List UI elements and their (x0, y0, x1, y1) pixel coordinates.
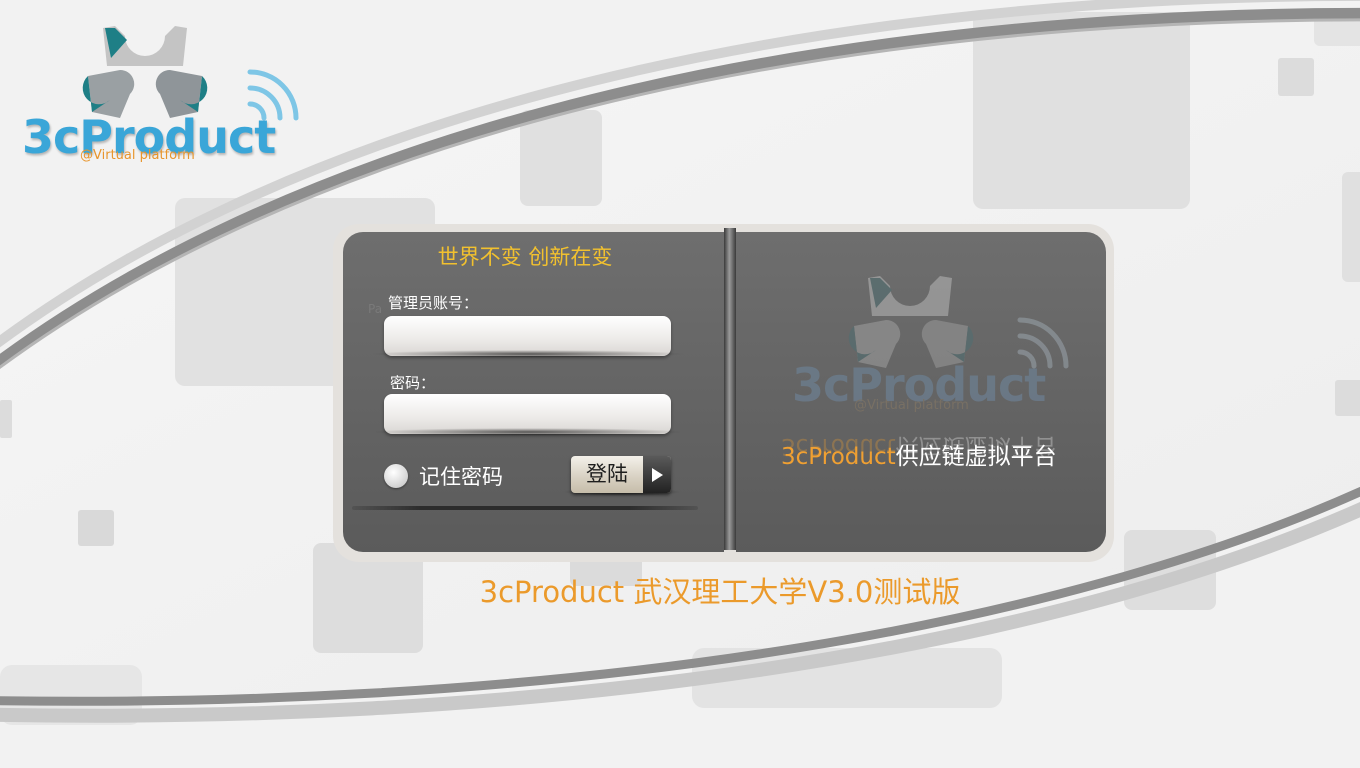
remember-password-label[interactable]: 记住密码 (419, 461, 503, 491)
logo-subtitle: @Virtual platform (80, 148, 195, 163)
watermark-subtitle: @Virtual platform (854, 398, 969, 413)
account-label: 管理员账号： (388, 294, 479, 312)
watermark-logo: 3cProduct @Virtual platform (790, 276, 1080, 426)
play-arrow-icon[interactable] (643, 456, 671, 493)
slogan: 世界不变 创新在变 (437, 245, 613, 269)
version-footer: 3cProduct 武汉理工大学V3.0测试版 (479, 575, 961, 609)
remember-password-toggle[interactable]: 记住密码 (384, 462, 503, 490)
brand-logo: 3cProduct @Virtual platform (20, 22, 310, 172)
radio-button-icon[interactable] (384, 464, 408, 488)
account-input-shadow (370, 350, 686, 358)
login-button-label[interactable]: 登陆 (571, 456, 643, 493)
platform-reflection-brand: 3cProduct (781, 433, 896, 459)
platform-info-panel: 3cProduct @Virtual platform 3cProduct供应链… (736, 232, 1106, 552)
form-bottom-rule (352, 506, 698, 510)
password-label: 密码： (390, 374, 436, 392)
login-button[interactable]: 登陆 (571, 456, 671, 493)
platform-reflection-name: 供应链虚拟平台 (895, 433, 1057, 459)
panel-divider (724, 228, 736, 550)
password-input-shadow (370, 428, 686, 436)
ghost-hint-text: Pa (368, 302, 383, 316)
play-arrow-glyph (652, 467, 663, 482)
